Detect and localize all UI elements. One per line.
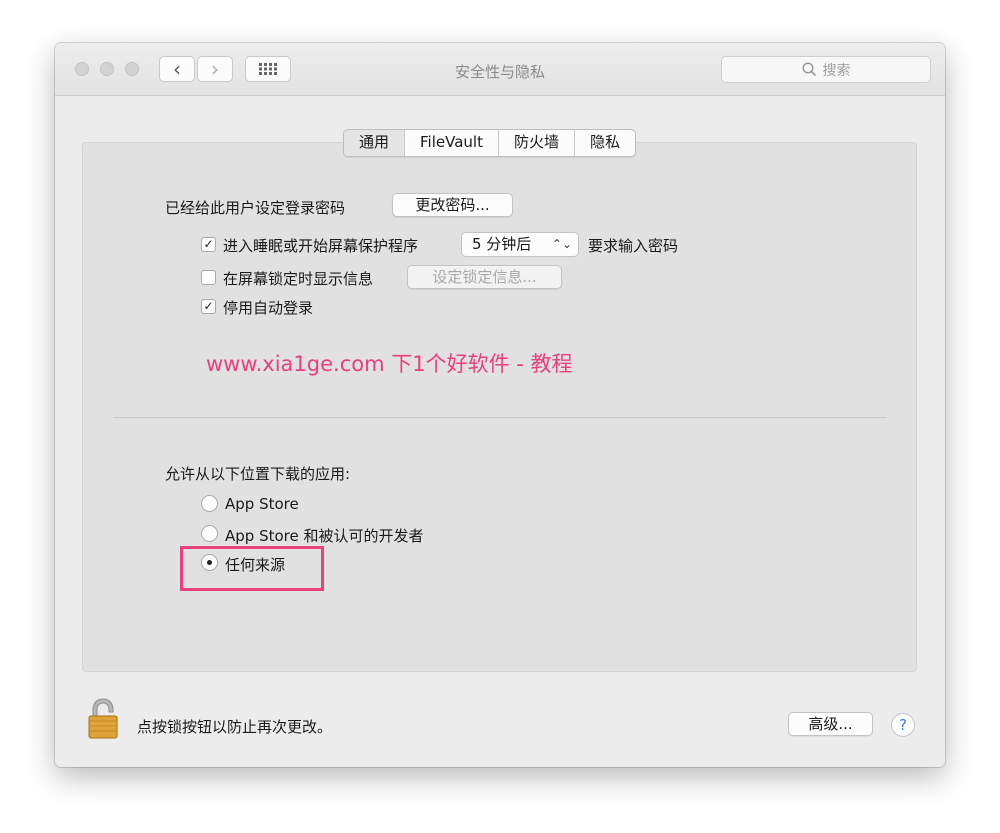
watermark-text: www.xia1ge.com 下1个好软件 - 教程 [206, 352, 573, 376]
disable-autologin-checkbox[interactable]: ✓ [201, 299, 216, 314]
show-message-checkbox[interactable] [201, 270, 216, 285]
password-delay-value: 5 分钟后 [472, 235, 532, 253]
highlight-box [180, 546, 324, 591]
search-icon [801, 62, 816, 77]
change-password-button[interactable]: 更改密码... [392, 193, 513, 217]
lock-hint-text: 点按锁按钮以防止再次更改。 [137, 718, 333, 736]
radio-app-store[interactable] [201, 495, 218, 512]
option-app-store-label: App Store [225, 495, 299, 513]
show-message-label: 在屏幕锁定时显示信息 [223, 270, 374, 288]
title-bar: ‹ › 安全性与隐私 搜索 [55, 43, 945, 96]
help-button[interactable]: ? [891, 713, 915, 737]
password-delay-select[interactable]: 5 分钟后 ⌃⌄ [461, 232, 579, 257]
option-identified-developers-label: App Store 和被认可的开发者 [225, 527, 424, 545]
general-panel [82, 142, 917, 672]
password-set-label: 已经给此用户设定登录密码 [165, 199, 346, 217]
require-password-label: 进入睡眠或开始屏幕保护程序 [223, 237, 419, 255]
updown-arrows-icon: ⌃⌄ [551, 237, 572, 251]
tab-firewall[interactable]: 防火墙 [497, 130, 574, 156]
tab-bar: 通用 FileVault 防火墙 隐私 [343, 129, 636, 157]
require-password-suffix: 要求输入密码 [588, 237, 679, 255]
radio-app-store-identified[interactable] [201, 525, 218, 542]
allow-downloads-heading: 允许从以下位置下载的应用: [165, 465, 351, 483]
tab-filevault[interactable]: FileVault [404, 130, 498, 156]
tab-general[interactable]: 通用 [344, 130, 405, 156]
require-password-checkbox[interactable]: ✓ [201, 237, 216, 252]
section-divider [113, 417, 887, 418]
search-placeholder: 搜索 [822, 62, 851, 79]
disable-autologin-label: 停用自动登录 [223, 299, 314, 317]
advanced-button[interactable]: 高级... [788, 712, 873, 736]
preferences-window: ‹ › 安全性与隐私 搜索 通用 FileVault 防火墙 隐私 已经给此用户… [55, 43, 945, 767]
tab-privacy[interactable]: 隐私 [573, 130, 635, 156]
set-lock-message-button[interactable]: 设定锁定信息... [407, 265, 562, 289]
search-field[interactable]: 搜索 [721, 56, 931, 83]
lock-icon[interactable] [87, 695, 119, 741]
